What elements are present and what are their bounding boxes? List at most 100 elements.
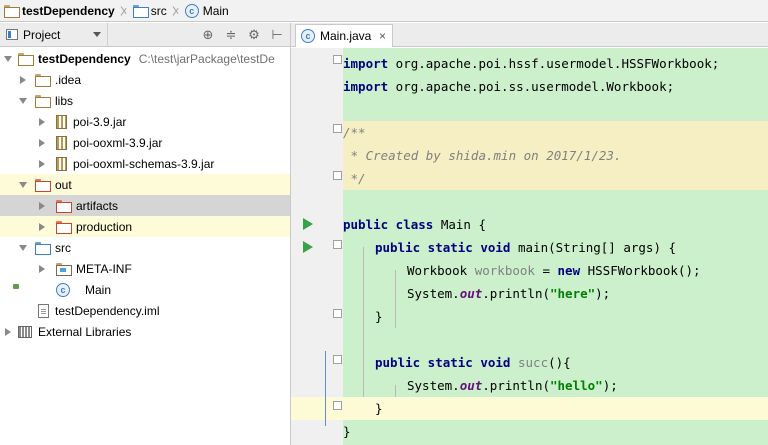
- code-line-succ-decl: public static void succ(){: [375, 355, 571, 370]
- tree-item-iml[interactable]: testDependency.iml: [0, 300, 290, 321]
- tree-item-libs[interactable]: libs: [0, 90, 290, 111]
- scroll-from-source-icon[interactable]: ⊕: [201, 27, 215, 43]
- fold-marker-icon[interactable]: [333, 309, 342, 318]
- settings-gear-icon[interactable]: ⚙: [247, 27, 261, 43]
- fold-marker-icon[interactable]: [333, 55, 342, 64]
- code-line-doc-close: */: [343, 167, 768, 190]
- code-area[interactable]: import org.apache.poi.hssf.usermodel.HSS…: [343, 48, 768, 445]
- fold-marker-icon[interactable]: [333, 355, 342, 364]
- code-editor[interactable]: import org.apache.poi.hssf.usermodel.HSS…: [291, 48, 768, 445]
- code-line-class-decl: public class Main {: [343, 217, 486, 232]
- breadcrumb-project-label: testDependency: [22, 3, 115, 18]
- expand-arrow-icon[interactable]: [17, 182, 29, 188]
- tree-item-artifacts[interactable]: artifacts: [0, 195, 290, 216]
- source-folder-icon: [35, 242, 51, 255]
- tree-item-label: testDependency: [38, 51, 131, 66]
- module-file-icon: [38, 303, 49, 318]
- breadcrumb-main-label: Main: [202, 3, 229, 18]
- tree-item-label: testDependency.iml: [55, 303, 160, 318]
- code-line-import-1: import org.apache.poi.hssf.usermodel.HSS…: [343, 56, 720, 71]
- project-folder-icon: [4, 5, 20, 18]
- java-class-icon: c: [184, 3, 199, 18]
- fold-marker-icon[interactable]: [333, 401, 342, 410]
- tree-item-src[interactable]: src: [0, 237, 290, 258]
- tab-main-java[interactable]: c Main.java ×: [295, 24, 393, 47]
- expand-arrow-icon[interactable]: [17, 245, 29, 251]
- code-line-println-hello: System.out.println("hello");: [407, 378, 618, 393]
- tree-item-jar-poi-ooxml-schemas[interactable]: poi-ooxml-schemas-3.9.jar: [0, 153, 290, 174]
- collapse-all-icon[interactable]: ≑: [224, 27, 238, 43]
- close-tab-icon[interactable]: ×: [379, 29, 386, 43]
- breadcrumb-main[interactable]: c Main: [184, 0, 231, 22]
- tree-item-label: src: [55, 240, 71, 255]
- hide-panel-icon[interactable]: ⊢: [270, 27, 284, 43]
- run-class-icon[interactable]: [303, 218, 313, 230]
- tree-item-label: artifacts: [76, 198, 119, 213]
- libraries-icon: [18, 325, 32, 338]
- editor-tab-bar: c Main.java ×: [291, 23, 768, 47]
- tree-item-production[interactable]: production: [0, 216, 290, 237]
- tree-item-label: poi-ooxml-3.9.jar: [73, 135, 163, 150]
- breadcrumb-src[interactable]: src: [132, 0, 169, 22]
- tree-item-label: META-INF: [76, 261, 132, 276]
- fold-marker-icon[interactable]: [333, 124, 342, 133]
- tree-item-external-libraries[interactable]: External Libraries: [0, 321, 290, 342]
- tree-item-root[interactable]: testDependency C:\test\jarPackage\testDe: [0, 48, 290, 69]
- expand-arrow-icon[interactable]: [2, 56, 14, 62]
- code-line-doc-open: /**: [343, 121, 768, 144]
- tree-item-jar-poi-ooxml[interactable]: poi-ooxml-3.9.jar: [0, 132, 290, 153]
- class-access-icon: [13, 284, 19, 289]
- tree-item-label: External Libraries: [38, 324, 132, 339]
- jar-file-icon: [56, 156, 67, 171]
- fold-marker-icon[interactable]: [333, 240, 342, 249]
- tree-item-label: poi-3.9.jar: [73, 114, 127, 129]
- breadcrumb-separator-icon: [120, 0, 130, 22]
- excluded-folder-icon: [56, 221, 72, 234]
- tree-item-meta-inf[interactable]: META-INF: [0, 258, 290, 279]
- breadcrumb-separator-icon: [172, 0, 182, 22]
- folder-icon: [35, 74, 51, 87]
- expand-arrow-icon[interactable]: [36, 223, 48, 231]
- project-panel-toolbar: ⊕ ≑ ⚙ ⊢: [201, 27, 290, 43]
- expand-arrow-icon[interactable]: [36, 160, 48, 168]
- tree-item-jar-poi[interactable]: poi-3.9.jar: [0, 111, 290, 132]
- expand-arrow-icon[interactable]: [17, 76, 29, 84]
- expand-arrow-icon[interactable]: [2, 328, 14, 336]
- folder-icon: [35, 95, 51, 108]
- excluded-folder-icon: [56, 200, 72, 213]
- tree-item-label: Main: [85, 282, 112, 297]
- code-line-main-close: }: [375, 309, 383, 324]
- tab-label: Main.java: [320, 29, 372, 43]
- expand-arrow-icon[interactable]: [36, 118, 48, 126]
- tree-item-out[interactable]: out: [0, 174, 290, 195]
- tree-item-main[interactable]: c Main: [0, 279, 290, 300]
- run-main-icon[interactable]: [303, 241, 313, 253]
- code-line-workbook: Workbook workbook = new HSSFWorkbook();: [407, 263, 701, 278]
- tree-item-label: out: [55, 177, 72, 192]
- code-line-succ-close: }: [343, 397, 768, 420]
- code-line-import-2: import org.apache.poi.ss.usermodel.Workb…: [343, 79, 675, 94]
- project-view-label: Project: [23, 27, 61, 42]
- java-class-icon: c: [301, 29, 315, 43]
- project-view-selector[interactable]: Project: [0, 22, 108, 47]
- dropdown-arrow-icon: [93, 32, 101, 37]
- source-folder-icon: [132, 5, 149, 18]
- expand-arrow-icon[interactable]: [17, 98, 29, 104]
- breadcrumb-src-label: src: [150, 3, 167, 18]
- project-tree: testDependency C:\test\jarPackage\testDe…: [0, 48, 290, 445]
- expand-arrow-icon[interactable]: [36, 139, 48, 147]
- fold-marker-icon[interactable]: [333, 171, 342, 180]
- expand-arrow-icon[interactable]: [36, 265, 48, 273]
- code-line-println-here: System.out.println("here");: [407, 286, 611, 301]
- change-marker: [325, 351, 326, 426]
- jar-file-icon: [56, 114, 67, 129]
- project-panel-header: Project ⊕ ≑ ⚙ ⊢: [0, 22, 290, 47]
- tree-item-label: poi-ooxml-schemas-3.9.jar: [73, 156, 215, 171]
- tree-item-path: C:\test\jarPackage\testDe: [138, 51, 275, 66]
- tree-item-idea[interactable]: .idea: [0, 69, 290, 90]
- tree-item-label: libs: [55, 93, 74, 108]
- code-line-class-close: }: [343, 424, 351, 439]
- breadcrumb-project[interactable]: testDependency: [4, 0, 117, 22]
- expand-arrow-icon[interactable]: [36, 202, 48, 210]
- code-line-doc-body: * Created by shida.min on 2017/1/23.: [343, 144, 768, 167]
